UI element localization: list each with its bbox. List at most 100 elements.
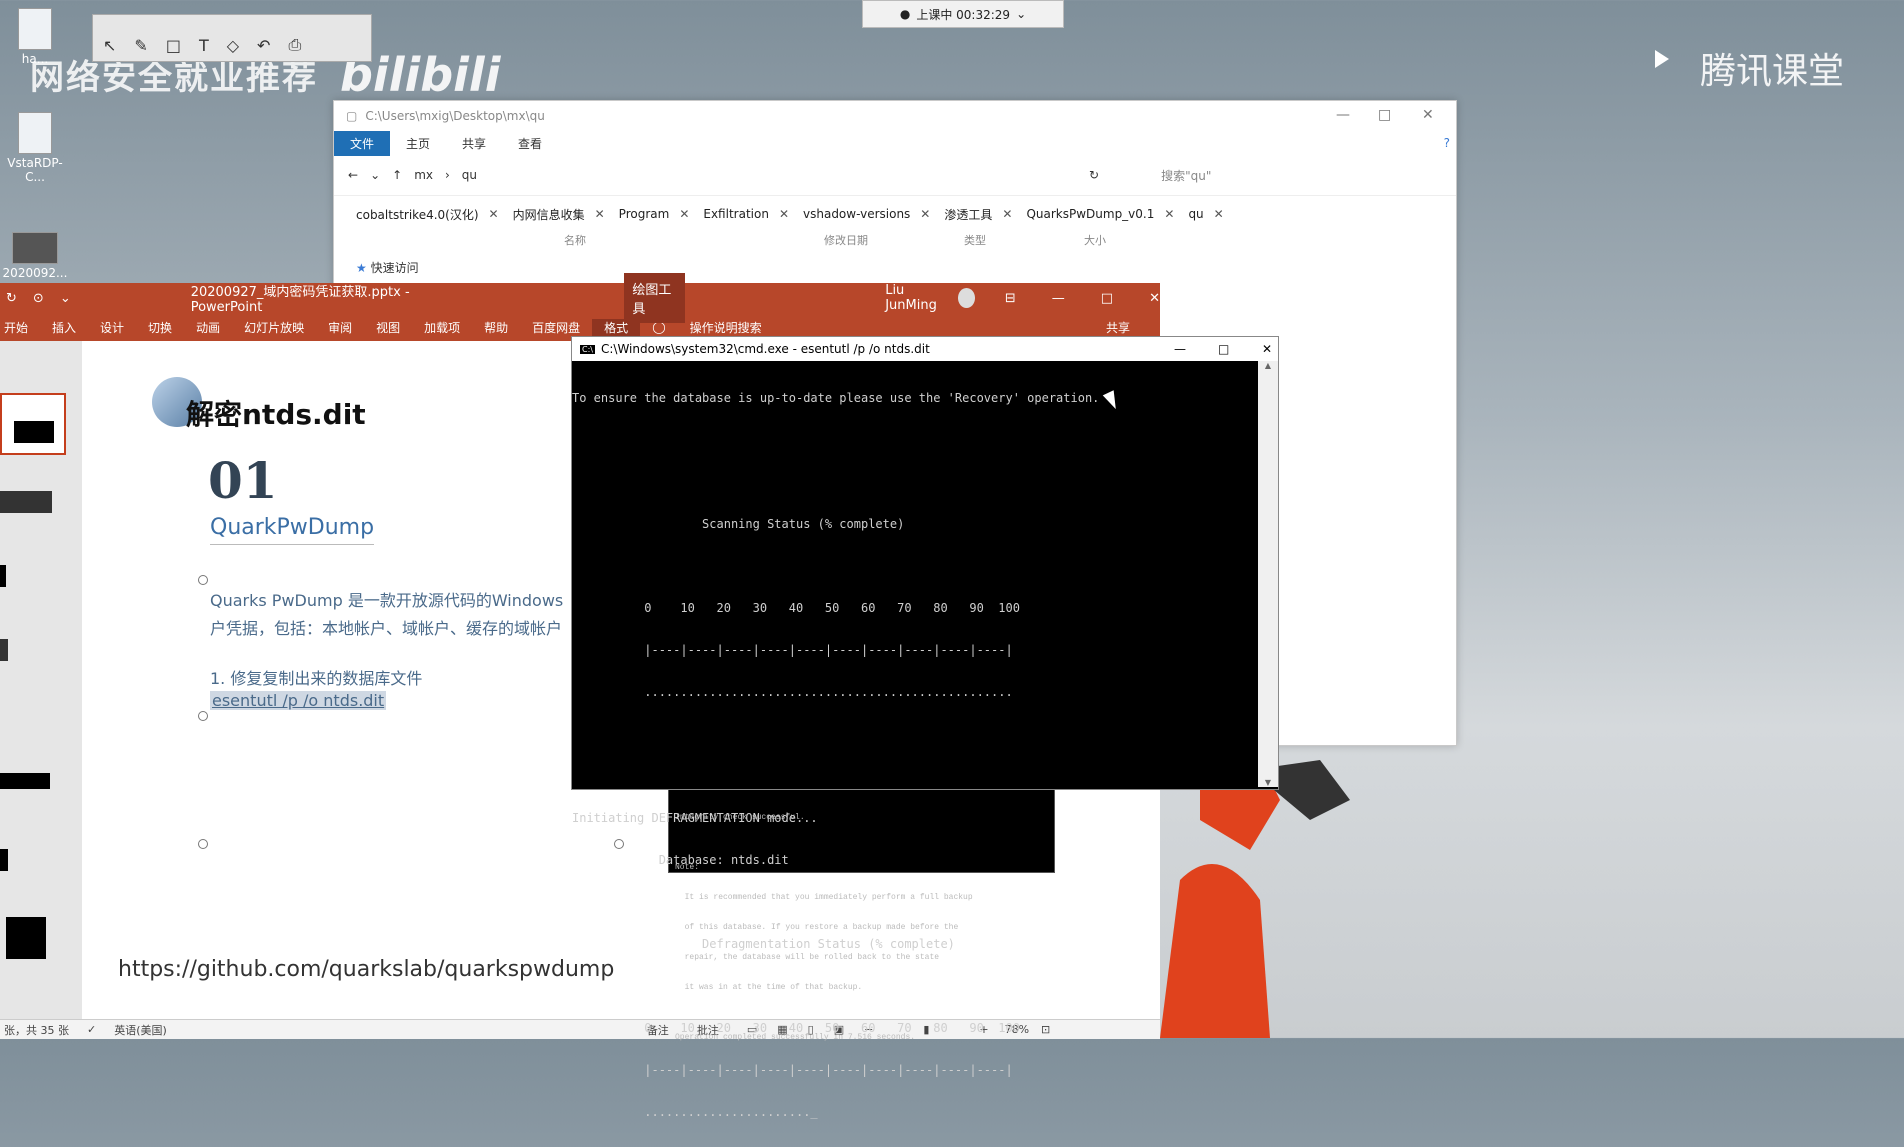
- folder-tab[interactable]: 内网信息收集 ✕: [509, 206, 609, 223]
- close-icon[interactable]: ✕: [489, 207, 499, 221]
- search-input[interactable]: 搜索"qu": [1161, 167, 1211, 184]
- maximize-button[interactable]: □: [1378, 107, 1391, 123]
- console-line: Scanning Status (% complete): [572, 517, 905, 531]
- folder-tab[interactable]: 渗透工具 ✕: [940, 206, 1016, 223]
- desktop-icon-2[interactable]: VstaRDP-C...: [0, 112, 70, 184]
- minimize-button[interactable]: —: [1336, 107, 1350, 123]
- tab-view[interactable]: 视图: [364, 319, 412, 336]
- close-icon[interactable]: ✕: [1002, 207, 1012, 221]
- slide-url[interactable]: https://github.com/quarkslab/quarkspwdum…: [118, 957, 614, 982]
- annotation-toolbar: ↖ ✎ □ T ◇ ↶ ⎙: [92, 14, 372, 62]
- desktop-icon-3[interactable]: 2020092...: [0, 232, 70, 280]
- folder-tab[interactable]: Program ✕: [615, 207, 694, 221]
- folder-tab[interactable]: cobaltstrike4.0(汉化) ✕: [352, 206, 503, 223]
- pointer-icon[interactable]: ↖: [103, 36, 116, 55]
- language-indicator[interactable]: 英语(美国): [114, 1022, 167, 1038]
- explorer-ribbon: 文件 主页 共享 查看 ?: [334, 130, 1456, 156]
- folder-tab[interactable]: Exfiltration ✕: [699, 207, 793, 221]
- cmd-scrollbar[interactable]: ▲ ▼: [1258, 361, 1278, 787]
- slide-thumbnail[interactable]: [0, 565, 6, 587]
- ribbon-tab-share[interactable]: 共享: [446, 131, 502, 156]
- close-icon[interactable]: ✕: [595, 207, 605, 221]
- text-icon[interactable]: T: [199, 36, 209, 55]
- tab-insert[interactable]: 插入: [40, 319, 88, 336]
- slide-thumbnail[interactable]: [0, 773, 50, 789]
- column-header-size[interactable]: 大小: [1084, 232, 1344, 254]
- tab-transitions[interactable]: 切换: [136, 319, 184, 336]
- clear-icon[interactable]: ⎙: [288, 35, 301, 55]
- share-button[interactable]: 共享: [1094, 319, 1160, 336]
- ribbon-tab-home[interactable]: 主页: [390, 131, 446, 156]
- maximize-button[interactable]: □: [1218, 342, 1229, 356]
- tab-slideshow[interactable]: 幻灯片放映: [232, 319, 316, 336]
- close-button[interactable]: ✕: [1149, 291, 1160, 306]
- up-icon[interactable]: ↑: [392, 168, 402, 182]
- class-timer[interactable]: ● 上课中 00:32:29 ⌄: [862, 0, 1064, 28]
- minimize-button[interactable]: —: [1052, 291, 1065, 306]
- chevron-down-icon[interactable]: ⌄: [370, 168, 380, 182]
- close-icon[interactable]: ✕: [1214, 207, 1224, 221]
- close-button[interactable]: ✕: [1262, 342, 1272, 356]
- tab-addins[interactable]: 加载项: [412, 319, 472, 336]
- slide-command[interactable]: esentutl /p /o ntds.dit: [210, 691, 387, 710]
- selection-handle[interactable]: [198, 839, 208, 849]
- slide-thumbnail[interactable]: [0, 639, 8, 661]
- selection-handle[interactable]: [198, 711, 208, 721]
- folder-tabs: cobaltstrike4.0(汉化) ✕ 内网信息收集 ✕ Program ✕ Ex…: [334, 195, 1456, 232]
- folder-tab-label: qu: [1188, 207, 1204, 221]
- ribbon-display-icon[interactable]: ⊟: [1005, 291, 1016, 306]
- chevron-down-icon[interactable]: ⌄: [60, 291, 71, 306]
- presenter-icon[interactable]: ⊙: [33, 291, 44, 306]
- spellcheck-icon[interactable]: ✓: [87, 1023, 96, 1036]
- tab-baidu[interactable]: 百度网盘: [520, 319, 592, 336]
- user-name[interactable]: Liu JunMing: [885, 283, 949, 313]
- refresh-icon[interactable]: ↻: [6, 291, 17, 306]
- column-header-date[interactable]: 修改日期: [824, 232, 964, 254]
- close-icon[interactable]: ✕: [920, 207, 930, 221]
- sidebar-quick-access[interactable]: ★ 快速访问: [356, 259, 419, 276]
- selection-handle[interactable]: [198, 575, 208, 585]
- ribbon-tab-file[interactable]: 文件: [334, 130, 391, 156]
- tab-help[interactable]: 帮助: [472, 319, 520, 336]
- cmd-output[interactable]: To ensure the database is up-to-date ple…: [572, 363, 1256, 1119]
- close-icon[interactable]: ✕: [1164, 207, 1174, 221]
- tell-me-search[interactable]: 操作说明搜索: [678, 319, 774, 336]
- close-icon[interactable]: ✕: [779, 207, 789, 221]
- star-icon: ★: [356, 261, 367, 275]
- ribbon-tab-view[interactable]: 查看: [502, 131, 558, 156]
- scroll-down-icon[interactable]: ▼: [1258, 778, 1278, 787]
- slide-thumbnail[interactable]: [0, 849, 8, 871]
- tab-home[interactable]: 开始: [0, 319, 40, 336]
- minimize-button[interactable]: —: [1174, 342, 1186, 356]
- slide-thumbnail[interactable]: [0, 491, 52, 513]
- folder-tab[interactable]: qu ✕: [1184, 207, 1227, 221]
- column-header-type[interactable]: 类型: [964, 232, 1084, 254]
- folder-tab[interactable]: QuarksPwDump_v0.1 ✕: [1022, 207, 1178, 221]
- folder-tab[interactable]: vshadow-versions ✕: [799, 207, 934, 221]
- console-line: Initiating DEFRAGMENTATION mode...: [572, 811, 818, 825]
- back-icon[interactable]: ←: [348, 168, 358, 182]
- tab-review[interactable]: 审阅: [316, 319, 364, 336]
- breadcrumb-item[interactable]: mx: [414, 168, 433, 182]
- slide-thumbnail[interactable]: [6, 917, 46, 959]
- record-icon: ●: [899, 7, 911, 21]
- maximize-button[interactable]: □: [1101, 291, 1113, 306]
- slide-counter: 张，共 35 张: [4, 1023, 69, 1037]
- tab-design[interactable]: 设计: [88, 319, 136, 336]
- avatar[interactable]: [957, 288, 975, 308]
- breadcrumb-item[interactable]: qu: [462, 168, 477, 182]
- help-icon[interactable]: ?: [1428, 132, 1456, 154]
- undo-icon[interactable]: ↶: [257, 36, 270, 55]
- rectangle-icon[interactable]: □: [166, 36, 181, 55]
- eraser-icon[interactable]: ◇: [227, 36, 239, 55]
- pen-icon[interactable]: ✎: [134, 36, 147, 55]
- refresh-icon[interactable]: ↻: [1089, 168, 1099, 182]
- close-icon[interactable]: ✕: [679, 207, 689, 221]
- column-header-name[interactable]: 名称: [564, 232, 824, 254]
- close-button[interactable]: ✕: [1422, 107, 1434, 123]
- sidebar-item-label: 快速访问: [370, 261, 419, 275]
- tab-animations[interactable]: 动画: [184, 319, 232, 336]
- slide-thumbnail[interactable]: [0, 393, 66, 455]
- scroll-up-icon[interactable]: ▲: [1258, 361, 1278, 370]
